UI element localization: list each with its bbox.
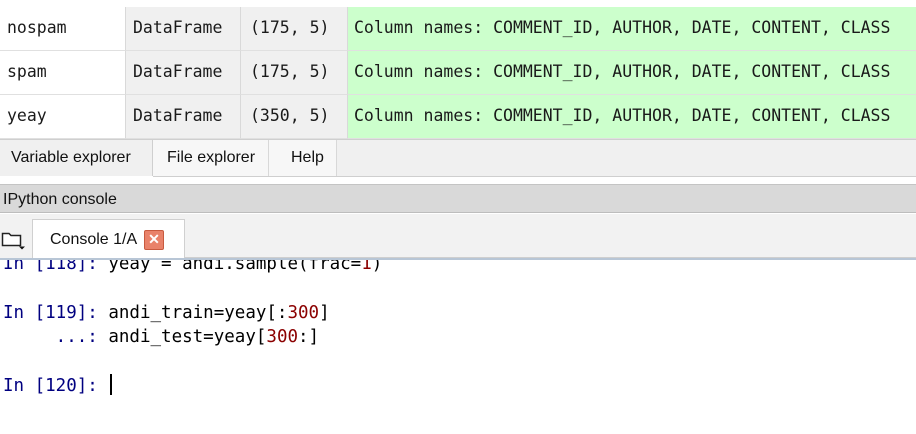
console-prompt: ...: <box>3 327 109 347</box>
variable-type: DataFrame <box>126 7 241 51</box>
variable-value: Column names: COMMENT_ID, AUTHOR, DATE, … <box>348 51 916 95</box>
folder-icon[interactable] <box>1 227 27 251</box>
table-row[interactable]: nospam DataFrame (175, 5) Column names: … <box>0 7 916 51</box>
table-row[interactable]: spam DataFrame (175, 5) Column names: CO… <box>0 51 916 95</box>
console-prompt: In [120]: <box>3 376 109 396</box>
tabbar-divider <box>153 176 916 177</box>
variable-name: spam <box>0 51 126 95</box>
variable-type: DataFrame <box>126 95 241 139</box>
console-line: In [118]: yeay = andi.sample(frac=1) <box>3 260 382 275</box>
console-prompt: In [119]: <box>3 303 109 323</box>
variable-type: DataFrame <box>126 51 241 95</box>
console-code: andi_train=yeay[: <box>108 303 288 323</box>
console-line: ...: andi_test=yeay[300:] <box>3 326 319 348</box>
close-icon[interactable]: ✕ <box>144 230 164 250</box>
console-tab-label: Console 1/A <box>50 231 138 248</box>
variable-size: (175, 5) <box>241 51 348 95</box>
console-code: :] <box>298 327 320 347</box>
console-tabbar: Console 1/A ✕ <box>0 214 916 259</box>
tab-variable-explorer[interactable]: Variable explorer <box>0 140 153 176</box>
pane-tabbar: Variable explorer File explorer Help <box>0 139 916 177</box>
variable-name: nospam <box>0 7 126 51</box>
tab-help[interactable]: Help <box>269 140 337 176</box>
variable-value: Column names: COMMENT_ID, AUTHOR, DATE, … <box>348 95 916 139</box>
console-number: 300 <box>287 303 320 323</box>
console-line: In [119]: andi_train=yeay[:300] <box>3 302 330 324</box>
text-cursor <box>110 374 113 395</box>
console-code: yeay = andi.sample(frac= <box>108 260 362 274</box>
variable-value: Column names: COMMENT_ID, AUTHOR, DATE, … <box>348 7 916 51</box>
variable-name: yeay <box>0 95 126 139</box>
tab-file-explorer[interactable]: File explorer <box>153 140 269 176</box>
variable-table: nospam DataFrame (175, 5) Column names: … <box>0 7 916 139</box>
console-number: 1 <box>361 260 372 274</box>
tab-console-1a[interactable]: Console 1/A ✕ <box>32 219 185 259</box>
variable-size: (350, 5) <box>241 95 348 139</box>
dock-title: IPython console <box>0 184 916 213</box>
console-input-line[interactable]: In [120]: <box>3 374 113 397</box>
console-code: ] <box>319 303 330 323</box>
console-prompt: In [118]: <box>3 260 109 274</box>
spyder-window: nospam DataFrame (175, 5) Column names: … <box>0 0 916 434</box>
variable-size: (175, 5) <box>241 7 348 51</box>
console-code: ) <box>371 260 383 274</box>
console-output[interactable]: In [118]: yeay = andi.sample(frac=1) In … <box>0 260 916 434</box>
console-number: 300 <box>266 327 299 347</box>
table-row[interactable]: yeay DataFrame (350, 5) Column names: CO… <box>0 95 916 139</box>
console-code: andi_test=yeay[ <box>108 327 267 347</box>
